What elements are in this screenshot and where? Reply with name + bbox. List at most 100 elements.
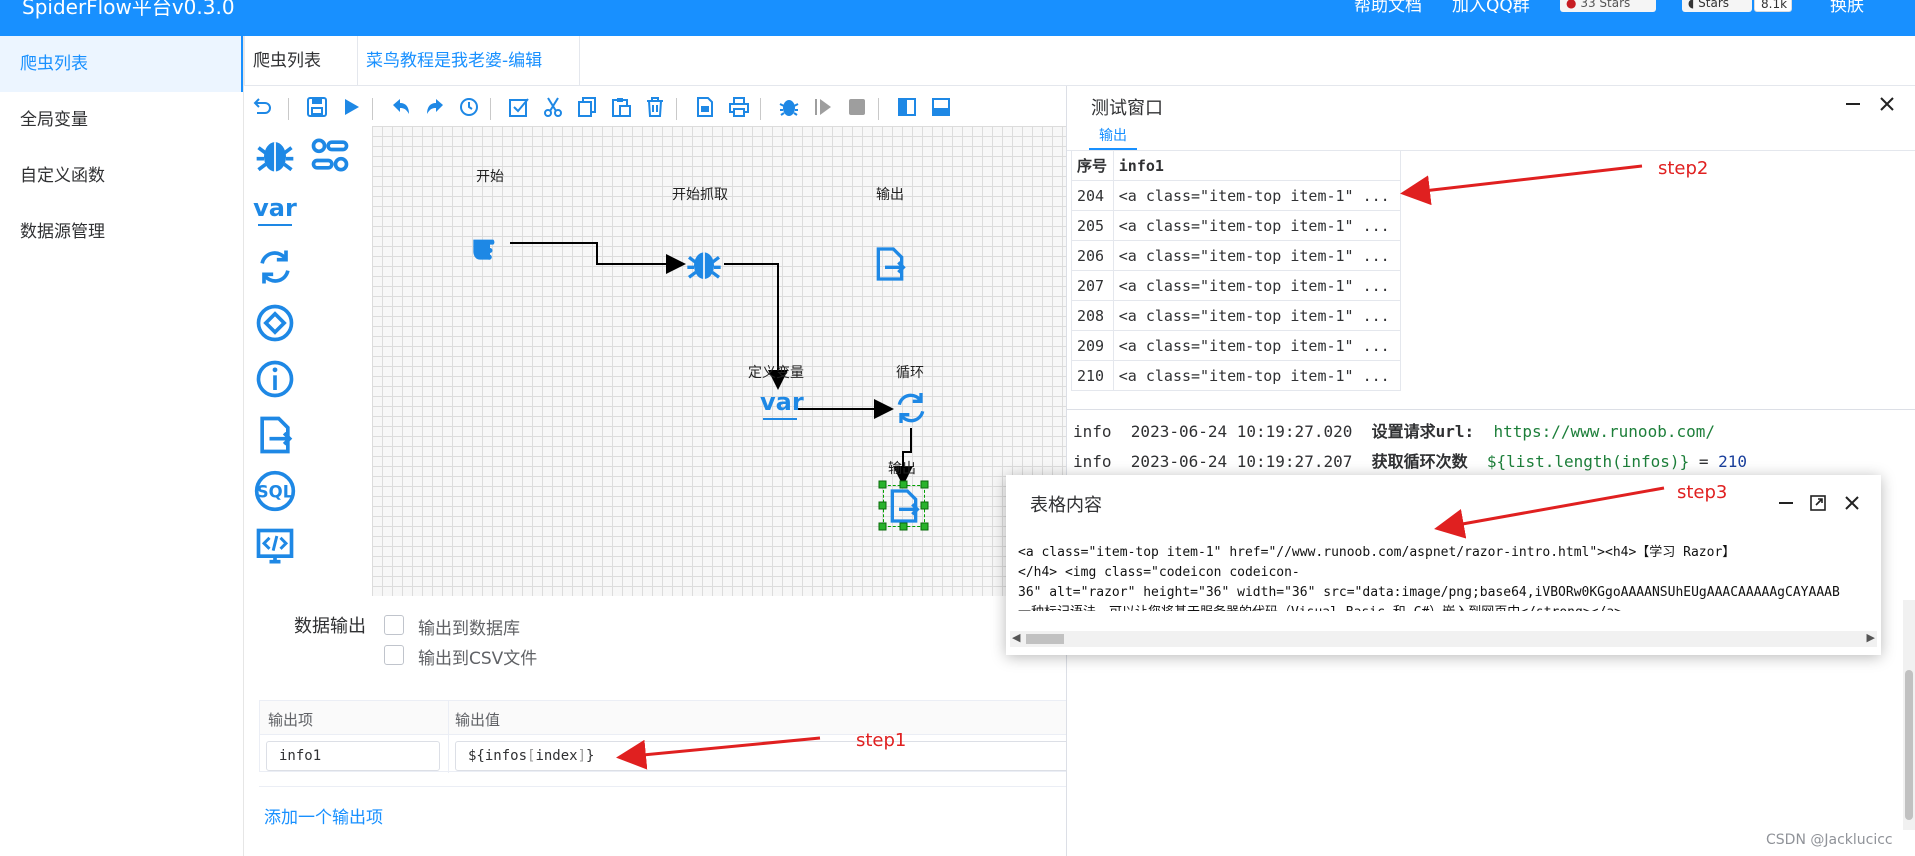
cut-icon[interactable] (540, 94, 566, 120)
run-icon[interactable] (338, 94, 364, 120)
hand-pointer-icon[interactable] (470, 223, 510, 263)
var-icon[interactable]: var (760, 388, 804, 428)
header-info1: info1 (1112, 150, 1402, 181)
header-index: 序号 (1071, 150, 1114, 181)
cell-value[interactable]: <a class="item-top item-1" ... (1112, 180, 1402, 211)
top-bar: SpiderFlow平台v0.3.0 帮助文档 加入QQ群 ● 33 Stars… (0, 0, 1915, 36)
delete-icon[interactable] (642, 94, 668, 120)
close-icon[interactable] (1842, 493, 1862, 513)
debug-icon[interactable] (776, 94, 802, 120)
join-qq-link[interactable]: 加入QQ群 (1452, 0, 1530, 16)
table-row[interactable]: 209 <a class="item-top item-1" ... (1071, 330, 1402, 361)
output-to-csv-checkbox[interactable] (384, 645, 404, 665)
info-icon[interactable] (250, 354, 300, 404)
spider-icon[interactable] (250, 130, 300, 180)
cell-index: 204 (1071, 180, 1114, 211)
github-stars-count: 8.1k (1754, 0, 1792, 12)
maximize-icon[interactable] (1808, 493, 1828, 513)
scroll-thumb[interactable] (1026, 634, 1064, 644)
page-vscrollbar[interactable] (1903, 600, 1915, 830)
theme-switch-link[interactable]: 换肤 (1830, 0, 1864, 16)
dock-right-icon[interactable] (894, 94, 920, 120)
tab-output[interactable]: 输出 (1089, 122, 1137, 150)
sidebar-item-global-vars[interactable]: 全局变量 (0, 92, 243, 148)
add-output-item-link[interactable]: 添加一个输出项 (264, 803, 383, 828)
export-icon[interactable] (692, 94, 718, 120)
scroll-thumb[interactable] (1905, 670, 1913, 820)
stop-icon[interactable] (844, 94, 870, 120)
dialog-title: 表格内容 (1030, 495, 1102, 516)
step2-annotation: step2 (1658, 158, 1709, 179)
minimize-icon[interactable] (1843, 94, 1863, 114)
cell-value[interactable]: <a class="item-top item-1" ... (1112, 360, 1402, 391)
print-icon[interactable] (726, 94, 752, 120)
sidebar: 爬虫列表 全局变量 自定义函数 数据源管理 (0, 36, 244, 856)
sidebar-item-spider-list[interactable]: 爬虫列表 (0, 36, 243, 92)
table-row[interactable]: 208 <a class="item-top item-1" ... (1071, 300, 1402, 331)
cell-index: 205 (1071, 210, 1114, 241)
selection-handles[interactable] (878, 480, 930, 532)
check-icon[interactable] (506, 94, 532, 120)
github-stars-button[interactable]: ◖ Stars (1682, 0, 1752, 12)
dialog-hscrollbar[interactable]: ◀ ▶ (1010, 631, 1877, 647)
copy-icon[interactable] (574, 94, 600, 120)
spider-icon[interactable] (684, 244, 724, 284)
scroll-right-icon[interactable]: ▶ (1867, 631, 1875, 644)
table-row[interactable]: 205 <a class="item-top item-1" ... (1071, 210, 1402, 241)
cell-index: 210 (1071, 360, 1114, 391)
shape-palette: var SQL (247, 126, 371, 596)
sidebar-item-custom-functions[interactable]: 自定义函数 (0, 148, 243, 204)
output-to-db-checkbox[interactable] (384, 615, 404, 635)
data-output-label: 数据输出 (294, 616, 366, 637)
node-label-start-crawl: 开始抓取 (672, 187, 728, 203)
tab-editor[interactable]: 菜鸟教程是我老婆-编辑 (358, 36, 580, 86)
output-icon[interactable] (250, 410, 300, 460)
flow-icon[interactable] (305, 130, 355, 180)
scroll-left-icon[interactable]: ◀ (1012, 631, 1020, 644)
condition-icon[interactable] (250, 298, 300, 348)
loop-icon[interactable] (250, 242, 300, 292)
back-icon[interactable] (388, 94, 414, 120)
close-icon[interactable] (1877, 94, 1897, 114)
gitee-stars-badge[interactable]: ● 33 Stars (1560, 0, 1656, 12)
cell-index: 206 (1071, 240, 1114, 271)
cell-index: 209 (1071, 330, 1114, 361)
test-window: 测试窗口 输出 序号 info1 204 <a class="item-top i… (1066, 86, 1915, 856)
var-icon[interactable]: var (250, 186, 300, 236)
code-icon[interactable] (250, 522, 300, 572)
paste-icon[interactable] (608, 94, 634, 120)
table-row[interactable]: 210 <a class="item-top item-1" ... (1071, 360, 1402, 391)
table-row[interactable]: 207 <a class="item-top item-1" ... (1071, 270, 1402, 301)
output-to-db-label: 输出到数据库 (418, 619, 520, 639)
table-content-dialog: 表格内容 <a class="item-top item-1" href="//… (1006, 475, 1881, 655)
loop-icon[interactable] (891, 388, 931, 428)
sidebar-item-datasource[interactable]: 数据源管理 (0, 204, 243, 260)
table-row[interactable]: 204 <a class="item-top item-1" ... (1071, 180, 1402, 211)
forward-icon[interactable] (422, 94, 448, 120)
log-line: info 2023-06-24 10:19:27.207 获取循环次数 ${li… (1073, 452, 1748, 471)
flow-canvas[interactable]: 开始 开始抓取 输出 定义变量 var 循环 输出 (372, 126, 1066, 596)
history-icon[interactable] (456, 94, 482, 120)
step-icon[interactable] (810, 94, 836, 120)
minimize-icon[interactable] (1776, 493, 1796, 513)
cell-value[interactable]: <a class="item-top item-1" ... (1112, 210, 1402, 241)
cell-value[interactable]: <a class="item-top item-1" ... (1112, 300, 1402, 331)
output-icon[interactable] (870, 244, 910, 284)
table-header-row: 序号 info1 (1071, 150, 1402, 181)
cell-index: 207 (1071, 270, 1114, 301)
table-row[interactable]: 206 <a class="item-top item-1" ... (1071, 240, 1402, 271)
tab-spider-list[interactable]: 爬虫列表 (244, 36, 358, 86)
help-docs-link[interactable]: 帮助文档 (1354, 0, 1422, 16)
cell-value[interactable]: <a class="item-top item-1" ... (1112, 270, 1402, 301)
cell-value[interactable]: <a class="item-top item-1" ... (1112, 330, 1402, 361)
dock-bottom-icon[interactable] (928, 94, 954, 120)
cell-value[interactable]: <a class="item-top item-1" ... (1112, 240, 1402, 271)
test-window-title: 测试窗口 (1091, 98, 1163, 119)
node-label-output-2: 输出 (888, 461, 916, 477)
sql-icon[interactable]: SQL (250, 466, 300, 516)
dialog-content[interactable]: <a class="item-top item-1" href="//www.r… (1018, 543, 1868, 611)
save-icon[interactable] (304, 94, 330, 120)
undo-icon[interactable] (250, 94, 276, 120)
log-line: info 2023-06-24 10:19:27.020 设置请求url: ht… (1073, 422, 1715, 441)
output-item-input[interactable]: info1 (266, 741, 440, 771)
